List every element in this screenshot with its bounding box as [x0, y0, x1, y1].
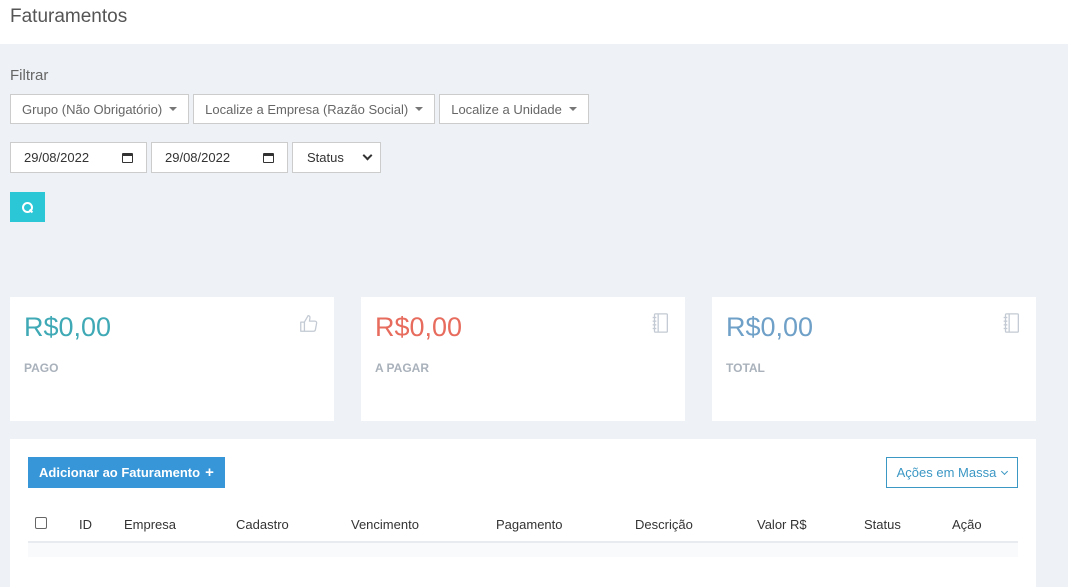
plus-icon: +	[205, 464, 214, 481]
caret-down-icon	[568, 107, 577, 111]
chevron-down-icon	[362, 150, 373, 161]
page-header: Faturamentos	[0, 0, 1068, 44]
mass-actions-button[interactable]: Ações em Massa	[886, 457, 1018, 488]
company-dropdown-label: Localize a Empresa (Razão Social)	[205, 101, 409, 117]
filter-label: Filtrar	[10, 67, 49, 84]
column-header-acao[interactable]: Ação	[952, 517, 982, 532]
filter-dropdown-row: Grupo (Não Obrigatório) Localize a Empre…	[10, 94, 589, 124]
total-value: R$0,00	[726, 312, 814, 342]
start-date-input[interactable]: 29/08/2022	[10, 142, 147, 173]
caret-down-icon	[169, 107, 178, 111]
column-header-pagamento[interactable]: Pagamento	[496, 517, 563, 532]
summary-cards: R$0,00 PAGO R$0,00 A PAGAR R$0,00 TOTAL	[10, 297, 1036, 421]
column-header-vencimento[interactable]: Vencimento	[351, 517, 419, 532]
add-billing-label: Adicionar ao Faturamento	[39, 465, 201, 480]
table-header: ID Empresa Cadastro Vencimento Pagamento…	[28, 505, 1018, 543]
add-billing-button[interactable]: Adicionar ao Faturamento +	[28, 457, 225, 488]
paid-label: PAGO	[24, 361, 59, 375]
calendar-icon[interactable]	[122, 152, 133, 163]
start-date-value: 29/08/2022	[24, 150, 90, 165]
group-dropdown-label: Grupo (Não Obrigatório)	[22, 101, 163, 117]
to-pay-value: R$0,00	[375, 312, 463, 342]
group-dropdown[interactable]: Grupo (Não Obrigatório)	[10, 94, 190, 124]
column-header-id[interactable]: ID	[79, 517, 92, 532]
total-label: TOTAL	[726, 361, 765, 375]
paid-card: R$0,00 PAGO	[10, 297, 334, 421]
date-filter-row: 29/08/2022 29/08/2022 Status	[10, 142, 381, 173]
thumbs-up-icon	[300, 315, 318, 332]
notebook-icon	[1003, 313, 1019, 333]
search-button[interactable]	[10, 192, 45, 222]
billing-table-panel: Adicionar ao Faturamento + Ações em Mass…	[10, 439, 1036, 587]
to-pay-label: A PAGAR	[375, 361, 429, 375]
column-header-valor[interactable]: Valor R$	[757, 517, 807, 532]
caret-down-icon	[415, 107, 424, 111]
calendar-icon[interactable]	[263, 152, 274, 163]
end-date-input[interactable]: 29/08/2022	[151, 142, 288, 173]
page-title: Faturamentos	[10, 6, 128, 27]
total-card: R$0,00 TOTAL	[712, 297, 1036, 421]
status-select[interactable]: Status	[292, 142, 381, 173]
column-header-cadastro[interactable]: Cadastro	[236, 517, 289, 532]
column-header-empresa[interactable]: Empresa	[124, 517, 176, 532]
mass-actions-label: Ações em Massa	[896, 465, 997, 480]
notebook-icon	[652, 313, 668, 333]
unit-dropdown[interactable]: Localize a Unidade	[439, 94, 589, 124]
search-icon	[22, 201, 33, 213]
column-header-status[interactable]: Status	[864, 517, 901, 532]
chevron-down-icon	[1001, 467, 1009, 475]
table-body-empty	[28, 543, 1018, 557]
select-all-checkbox[interactable]	[35, 517, 47, 529]
column-header-descricao[interactable]: Descrição	[635, 517, 693, 532]
company-dropdown[interactable]: Localize a Empresa (Razão Social)	[193, 94, 436, 124]
status-select-value: Status	[307, 150, 344, 165]
paid-value: R$0,00	[24, 312, 112, 342]
unit-dropdown-label: Localize a Unidade	[451, 101, 562, 117]
end-date-value: 29/08/2022	[165, 150, 231, 165]
to-pay-card: R$0,00 A PAGAR	[361, 297, 685, 421]
